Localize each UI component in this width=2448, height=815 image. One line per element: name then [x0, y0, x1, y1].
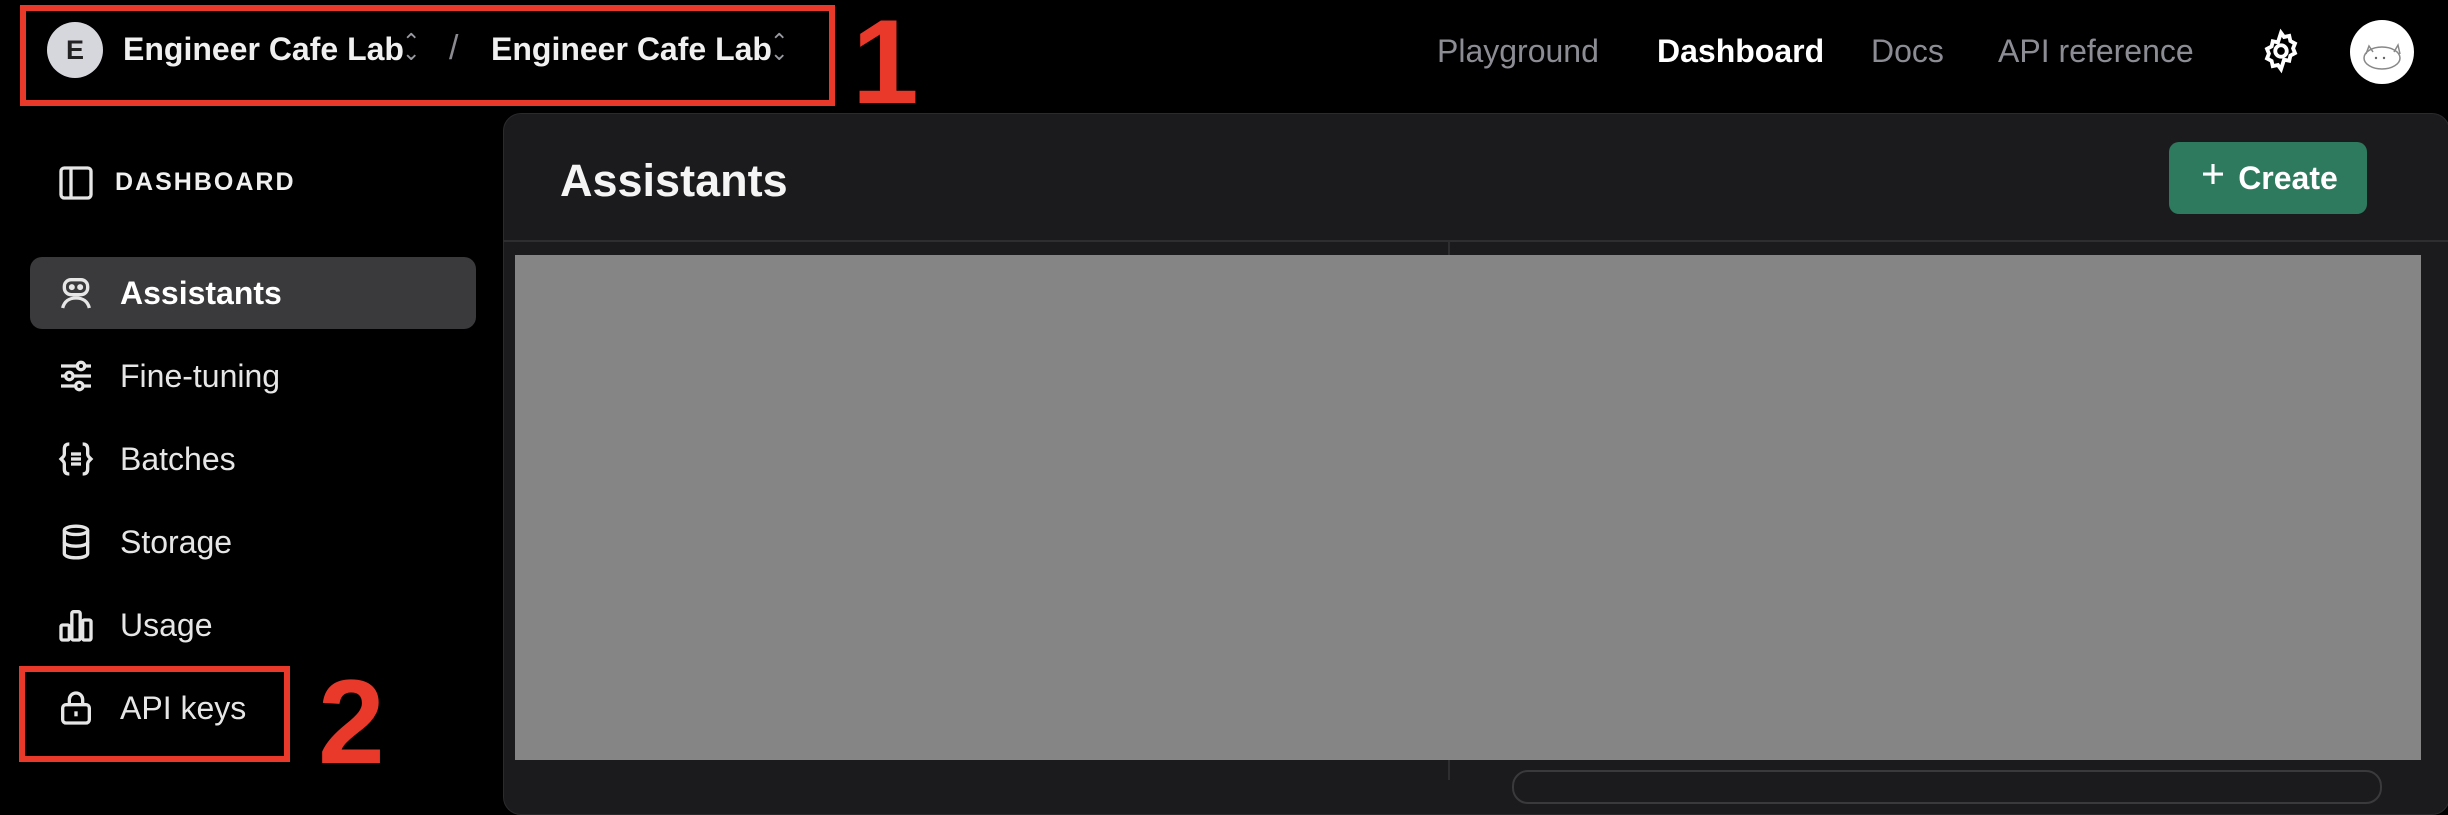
robot-icon	[54, 271, 98, 315]
nav-docs[interactable]: Docs	[1871, 33, 1944, 70]
cat-avatar-icon	[2363, 42, 2401, 70]
sidebar-item-storage[interactable]: Storage	[30, 506, 476, 578]
sidebar-item-batches[interactable]: Batches	[30, 423, 476, 495]
sidebar-item-label: Batches	[120, 440, 236, 477]
create-button-label: Create	[2238, 159, 2338, 196]
database-icon	[54, 520, 98, 564]
page-title: Assistants	[560, 155, 788, 206]
sliders-icon	[54, 354, 98, 398]
annotation-box-2	[19, 666, 290, 762]
nav-dashboard[interactable]: Dashboard	[1657, 33, 1824, 70]
sidebar-item-assistants[interactable]: Assistants	[30, 257, 476, 329]
gear-icon[interactable]	[2258, 28, 2304, 74]
sidebar-item-label: Fine-tuning	[120, 357, 281, 394]
sidebar-item-label: Assistants	[120, 274, 282, 311]
plus-icon	[2198, 159, 2228, 197]
sidebar-item-label: Usage	[120, 606, 213, 643]
sidebar-panel-icon[interactable]	[56, 163, 96, 203]
redacted-content-area	[515, 255, 2421, 760]
sidebar-item-fine-tuning[interactable]: Fine-tuning	[30, 340, 476, 412]
sidebar-item-label: Storage	[120, 523, 233, 560]
nav-api-reference[interactable]: API reference	[1998, 33, 2194, 70]
annotation-label-1: 1	[852, 0, 919, 129]
sidebar-item-usage[interactable]: Usage	[30, 589, 476, 661]
sidebar-heading: DASHBOARD	[115, 168, 296, 196]
create-button[interactable]: Create	[2169, 142, 2367, 214]
user-avatar[interactable]	[2350, 20, 2414, 84]
braces-icon	[54, 437, 98, 481]
nav-playground[interactable]: Playground	[1437, 33, 1599, 70]
bottom-input-outline[interactable]	[1512, 770, 2382, 804]
bar-chart-icon	[54, 603, 98, 647]
annotation-box-1	[20, 5, 835, 106]
annotation-label-2: 2	[318, 655, 385, 789]
header-divider	[503, 240, 2448, 242]
